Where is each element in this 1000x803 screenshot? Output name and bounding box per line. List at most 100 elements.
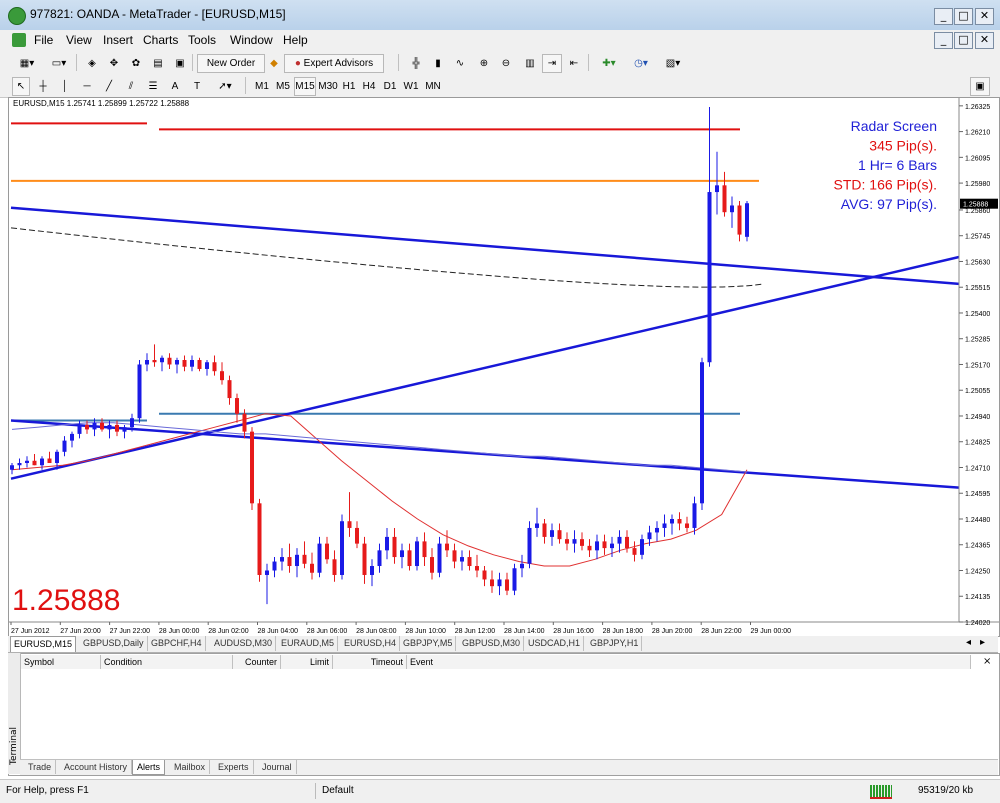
expert-advisors-button[interactable]: ● Expert Advisors bbox=[284, 54, 384, 73]
arrows-icon[interactable]: ➚▾ bbox=[210, 77, 240, 96]
price-tick-label: 1.25285 bbox=[965, 337, 990, 344]
tile-windows-icon[interactable]: ▥ bbox=[520, 54, 540, 73]
bar-chart-icon[interactable]: ╬ bbox=[406, 54, 426, 73]
col-condition[interactable]: Condition bbox=[101, 655, 233, 669]
symbol-tab[interactable]: GBPJPY,M5 bbox=[400, 636, 457, 651]
line-chart-icon[interactable]: ∿ bbox=[450, 54, 470, 73]
customize-toolbar-icon[interactable]: ▣ bbox=[970, 77, 990, 96]
col-counter[interactable]: Counter bbox=[233, 655, 281, 669]
candle-body bbox=[685, 523, 689, 528]
profiles-icon[interactable]: ▭▾ bbox=[44, 54, 74, 73]
trendline bbox=[10, 206, 960, 286]
tf-h1[interactable]: H1 bbox=[340, 77, 358, 96]
market-watch-icon[interactable]: ◈ bbox=[82, 54, 102, 73]
tab-journal[interactable]: Journal bbox=[258, 760, 297, 774]
symbol-tab[interactable]: USDCAD,H1 bbox=[525, 636, 585, 651]
symbol-tab[interactable]: GBPUSD,M30 bbox=[459, 636, 525, 651]
time-tick-label: 28 Jun 00:00 bbox=[159, 628, 200, 635]
tf-w1[interactable]: W1 bbox=[401, 77, 421, 96]
col-limit[interactable]: Limit bbox=[281, 655, 333, 669]
menu-help[interactable]: Help bbox=[283, 33, 308, 47]
new-order-button[interactable]: New Order bbox=[197, 54, 265, 73]
candlestick-icon[interactable]: ▮ bbox=[428, 54, 448, 73]
symbol-tab[interactable]: EURAUD,M5 bbox=[278, 636, 339, 651]
new-chart-icon[interactable]: ▦▾ bbox=[12, 54, 42, 73]
fibonacci-icon[interactable]: ☰ bbox=[144, 77, 162, 96]
symbol-tab[interactable]: GBPCHF,H4 bbox=[148, 636, 206, 651]
text-icon[interactable]: A bbox=[166, 77, 184, 96]
symbol-tab[interactable]: GBPJPY,H1 bbox=[587, 636, 643, 651]
tabs-scroll-right-icon[interactable]: ▸ bbox=[980, 637, 985, 648]
profile-name[interactable]: Default bbox=[322, 785, 354, 796]
terminal-icon[interactable]: ▤ bbox=[148, 54, 168, 73]
data-window-icon[interactable]: ✥ bbox=[104, 54, 124, 73]
restore-button[interactable]: □ bbox=[954, 8, 973, 25]
doc-close-button[interactable]: ✕ bbox=[975, 32, 994, 49]
chart-window[interactable]: 1.26325 1.26210 1.26095 1.25980 1.25860 1.257… bbox=[8, 97, 1000, 637]
menu-insert[interactable]: Insert bbox=[103, 33, 133, 47]
symbol-tab[interactable]: GBPUSD,Daily bbox=[80, 636, 148, 651]
tf-d1[interactable]: D1 bbox=[380, 77, 400, 96]
strategy-tester-icon[interactable]: ▣ bbox=[170, 54, 190, 73]
candle-body bbox=[107, 424, 112, 430]
text-label-icon[interactable]: T bbox=[188, 77, 206, 96]
candle-body bbox=[587, 545, 592, 551]
time-tick-label: 28 Jun 10:00 bbox=[405, 628, 446, 635]
close-button[interactable]: ✕ bbox=[975, 8, 994, 25]
templates-icon[interactable]: ▧▾ bbox=[658, 54, 688, 73]
tabs-scroll-left-icon[interactable]: ◂ bbox=[966, 637, 971, 648]
horizontal-line-icon[interactable]: ─ bbox=[78, 77, 96, 96]
menu-view[interactable]: View bbox=[66, 33, 92, 47]
menu-window[interactable]: Window bbox=[230, 33, 273, 47]
tab-alerts[interactable]: Alerts bbox=[132, 760, 166, 775]
cursor-icon[interactable]: ↖ bbox=[12, 77, 30, 96]
symbol-tab[interactable]: AUDUSD,M30 bbox=[211, 636, 277, 651]
channel-icon[interactable]: ⫽ bbox=[122, 77, 140, 96]
indicators-icon[interactable]: ✚▾ bbox=[594, 54, 624, 73]
radar-screen-line: Radar Screen bbox=[851, 118, 937, 134]
menu-file[interactable]: File bbox=[34, 33, 53, 47]
candle-body bbox=[40, 458, 44, 466]
periods-icon[interactable]: ◷▾ bbox=[626, 54, 656, 73]
menu-tools[interactable]: Tools bbox=[188, 33, 216, 47]
price-chart[interactable]: 1.26325 1.26210 1.26095 1.25980 1.25860 1.257… bbox=[9, 98, 999, 636]
candle-body bbox=[692, 503, 697, 528]
symbol-tab-eurusd-m15[interactable]: EURUSD,M15 bbox=[10, 636, 77, 652]
tab-trade[interactable]: Trade bbox=[24, 760, 57, 774]
col-timeout[interactable]: Timeout bbox=[333, 655, 407, 669]
symbol-tab[interactable]: EURUSD,H4 bbox=[341, 636, 401, 651]
tf-m15[interactable]: M15 bbox=[294, 77, 316, 96]
tf-m1[interactable]: M1 bbox=[252, 77, 272, 96]
candle-body bbox=[602, 541, 607, 549]
doc-restore-button[interactable]: □ bbox=[954, 32, 973, 49]
terminal-close-icon[interactable]: × bbox=[983, 656, 991, 667]
chart-info: EURUSD,M15 1.25741 1.25899 1.25722 1.258… bbox=[13, 99, 190, 108]
col-event[interactable]: Event bbox=[407, 655, 971, 669]
zoom-in-icon[interactable]: ⊕ bbox=[474, 54, 494, 73]
minimize-button[interactable]: _ bbox=[934, 8, 953, 25]
candle-body bbox=[490, 579, 494, 587]
price-tick-label: 1.25980 bbox=[965, 181, 990, 188]
crosshair-icon[interactable]: ┼ bbox=[34, 77, 52, 96]
tf-m5[interactable]: M5 bbox=[273, 77, 293, 96]
tf-mn[interactable]: MN bbox=[422, 77, 444, 96]
tf-m30[interactable]: M30 bbox=[317, 77, 339, 96]
auto-scroll-icon[interactable]: ⇥ bbox=[542, 54, 562, 73]
candle-body bbox=[505, 579, 509, 591]
vertical-line-icon[interactable]: │ bbox=[56, 77, 74, 96]
zoom-out-icon[interactable]: ⊖ bbox=[496, 54, 516, 73]
metaeditor-icon[interactable]: ◆ bbox=[266, 54, 282, 73]
trendline-icon[interactable]: ╱ bbox=[100, 77, 118, 96]
chart-shift-icon[interactable]: ⇤ bbox=[564, 54, 584, 73]
doc-minimize-button[interactable]: _ bbox=[934, 32, 953, 49]
tab-mailbox[interactable]: Mailbox bbox=[170, 760, 211, 774]
tab-experts[interactable]: Experts bbox=[214, 760, 254, 774]
col-symbol[interactable]: Symbol bbox=[21, 655, 101, 669]
tf-h4[interactable]: H4 bbox=[359, 77, 379, 96]
candle-body bbox=[415, 541, 419, 567]
menu-charts[interactable]: Charts bbox=[143, 33, 178, 47]
tab-account-history[interactable]: Account History bbox=[60, 760, 133, 774]
navigator-icon[interactable]: ✿ bbox=[126, 54, 146, 73]
status-bar: For Help, press F1 Default 95319/20 kb bbox=[0, 779, 1000, 803]
document-icon[interactable] bbox=[12, 33, 26, 47]
